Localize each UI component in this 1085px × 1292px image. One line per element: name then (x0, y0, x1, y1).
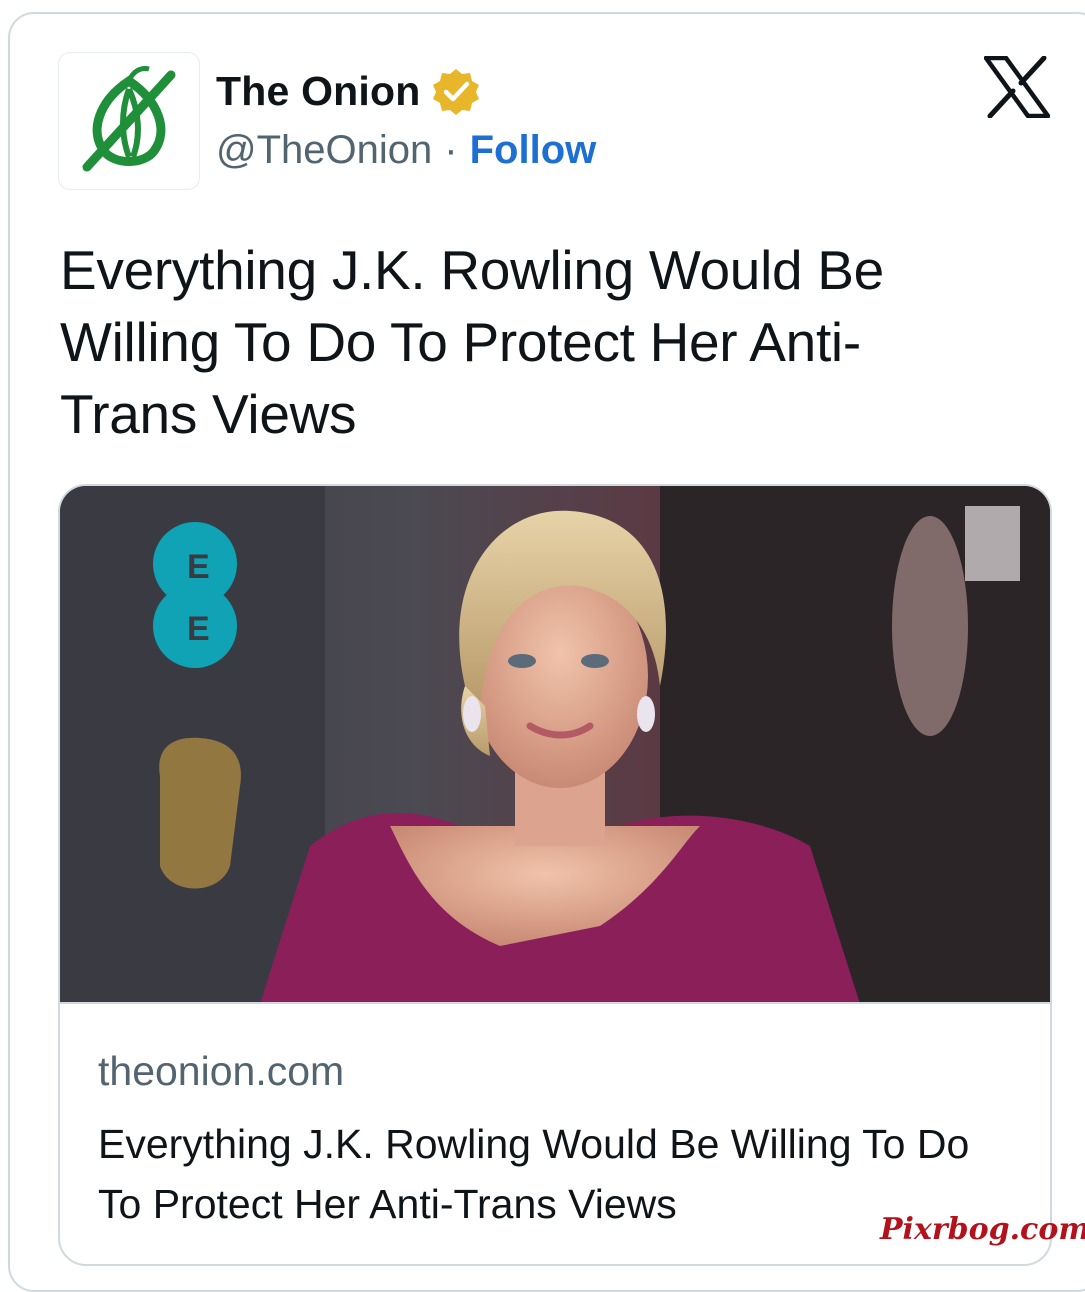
article-photo[interactable]: E E (60, 486, 1050, 1004)
watermark: Pixrbog.com (880, 1212, 1085, 1247)
follow-button[interactable]: Follow (470, 128, 597, 173)
onion-logo-icon (82, 66, 176, 172)
link-preview-card[interactable]: E E theonion.com Everything J.K. Rowling… (58, 484, 1052, 1266)
handle-separator: · (444, 128, 458, 172)
svg-text:E: E (187, 610, 210, 648)
link-domain: theonion.com (98, 1048, 345, 1094)
x-logo-icon[interactable] (984, 56, 1050, 118)
author-name-text: The Onion (216, 67, 421, 114)
verified-badge-icon (432, 69, 479, 115)
article-photo-illustration: E E (60, 486, 1050, 1002)
tweet-text: Everything J.K. Rowling Would Be Willing… (60, 239, 884, 445)
handle-row: @TheOnion · Follow (216, 128, 596, 173)
svg-text:E: E (187, 548, 210, 586)
avatar[interactable] (58, 52, 200, 190)
author-handle[interactable]: @TheOnion (216, 128, 432, 173)
author-display-name[interactable]: The Onion (216, 66, 481, 116)
